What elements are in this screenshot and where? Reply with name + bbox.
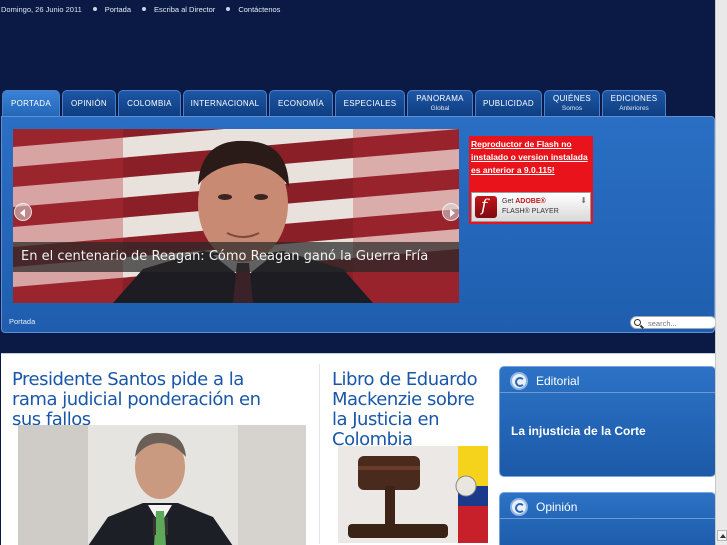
main-nav-tabs: PORTADA OPINIÓN COLOMBIA INTERNACIONAL E… xyxy=(2,90,666,117)
tab-economia[interactable]: ECONOMÍA xyxy=(269,90,333,116)
content-area: Presidente Santos pide a la rama judicia… xyxy=(1,353,716,545)
tab-portada[interactable]: PORTADA xyxy=(2,90,60,117)
vertical-scrollbar[interactable] xyxy=(715,0,727,545)
bullet-icon xyxy=(142,7,147,11)
get-adobe-text: Get ADOBE® xyxy=(502,198,546,205)
tab-especiales[interactable]: ESPECIALES xyxy=(335,90,405,116)
slide-caption[interactable]: En el centenario de Reagan: Cómo Reagan … xyxy=(13,242,459,272)
tab-label: INTERNACIONAL xyxy=(190,98,260,108)
tab-publicidad[interactable]: PUBLICIDAD xyxy=(475,90,542,116)
tab-label: PUBLICIDAD xyxy=(482,98,534,108)
feature-panel: En el centenario de Reagan: Cómo Reagan … xyxy=(1,116,717,333)
bullet-icon xyxy=(226,7,231,11)
santos-photo-graphic xyxy=(18,425,306,545)
tab-label: QUIÉNES xyxy=(552,93,592,103)
adobe-brand: ADOBE® xyxy=(515,198,546,205)
tab-internacional[interactable]: INTERNACIONAL xyxy=(183,90,267,116)
story-title-santos[interactable]: Presidente Santos pide a la rama judicia… xyxy=(12,370,292,430)
get-prefix: Get xyxy=(502,198,516,205)
search-icon[interactable] xyxy=(634,319,641,326)
editorial-link[interactable]: La injusticia de la Corte xyxy=(511,424,646,438)
get-flash-player-button[interactable]: Get ADOBE® FLASH® PLAYER ⬇ xyxy=(471,192,591,222)
santos-photo[interactable] xyxy=(18,425,306,545)
opinion-header: Opinión xyxy=(500,493,715,519)
slider-prev-button[interactable] xyxy=(14,203,32,221)
editorial-title: Editorial xyxy=(536,374,580,388)
feature-slider[interactable]: En el centenario de Reagan: Cómo Reagan … xyxy=(13,129,459,303)
tab-label: PANORAMA xyxy=(416,93,464,103)
tab-ediciones-anteriores[interactable]: EDICIONES Anteriores xyxy=(602,90,666,116)
tab-sublabel: Somos xyxy=(561,104,583,112)
opinion-title: Opinión xyxy=(536,500,578,514)
top-utility-bar: Domingo, 26 Junio 2011 Portada Escriba a… xyxy=(0,0,727,18)
editorial-box: Editorial La injusticia de la Corte xyxy=(499,366,716,477)
editorial-header: Editorial xyxy=(500,367,715,393)
editorial-icon xyxy=(510,372,528,390)
flash-player-text: FLASH® PLAYER xyxy=(502,208,559,215)
bullet-icon xyxy=(92,7,97,11)
story-title-mackenzie[interactable]: Libro de Eduardo Mackenzie sobre la Just… xyxy=(332,370,492,450)
search-box xyxy=(630,316,717,329)
download-arrow-icon: ⬇ xyxy=(580,196,587,205)
scroll-up-button[interactable] xyxy=(717,530,727,541)
top-link-escriba[interactable]: Escriba al Director xyxy=(154,5,215,14)
opinion-box: Opinión xyxy=(499,492,716,545)
opinion-icon xyxy=(510,498,528,516)
flash-warning-text[interactable]: Reproductor de Flash no instalado o vers… xyxy=(471,138,591,177)
breadcrumb[interactable]: Portada xyxy=(9,317,35,326)
search-input[interactable] xyxy=(648,318,714,328)
tab-opinion[interactable]: OPINIÓN xyxy=(62,90,116,116)
tab-label: COLOMBIA xyxy=(127,98,172,108)
top-link-portada[interactable]: Portada xyxy=(105,5,131,14)
tab-quienes-somos[interactable]: QUIÉNES Somos xyxy=(544,90,600,116)
tab-label: ECONOMÍA xyxy=(278,98,324,108)
tab-colombia[interactable]: COLOMBIA xyxy=(118,90,181,116)
top-link-contactenos[interactable]: Contáctenos xyxy=(238,5,280,14)
slider-next-button[interactable] xyxy=(442,203,459,221)
reagan-photo xyxy=(13,129,459,303)
flash-logo-icon xyxy=(475,196,497,218)
tab-sublabel: Global xyxy=(430,104,450,112)
gavel-photo-graphic xyxy=(338,446,488,543)
gavel-photo[interactable] xyxy=(338,446,488,543)
current-date: Domingo, 26 Junio 2011 xyxy=(1,4,82,14)
tab-panorama-global[interactable]: PANORAMA Global xyxy=(407,90,473,116)
flash-warning-box: Reproductor de Flash no instalado o vers… xyxy=(469,136,593,224)
column-divider xyxy=(319,364,320,544)
tab-label: EDICIONES xyxy=(610,93,658,103)
slide-caption-text: En el centenario de Reagan: Cómo Reagan … xyxy=(21,249,429,264)
tab-label: OPINIÓN xyxy=(71,98,107,108)
tab-label: ESPECIALES xyxy=(343,98,397,108)
tab-sublabel: Anteriores xyxy=(619,104,649,112)
tab-label: PORTADA xyxy=(10,99,52,108)
